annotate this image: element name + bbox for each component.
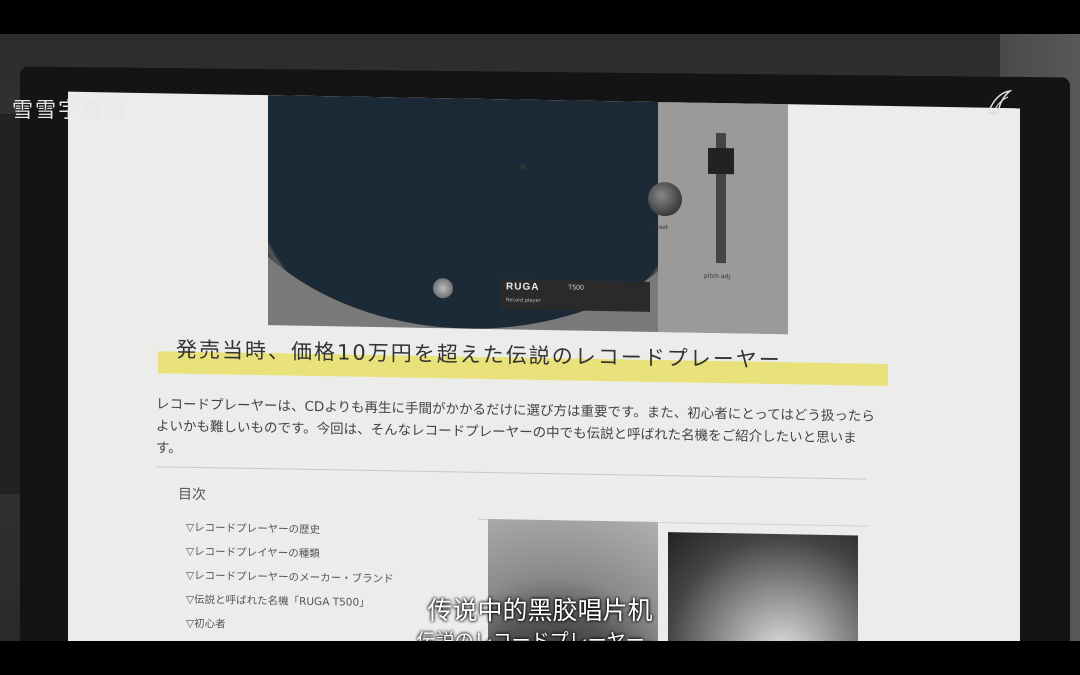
toc-title: 目次: [178, 486, 206, 504]
monitor: reset pitch adj. RUGA T500 Record player…: [20, 66, 1070, 641]
monitor-screen: reset pitch adj. RUGA T500 Record player…: [68, 91, 1020, 641]
letterbox-bottom: [0, 641, 1080, 675]
subtitle-japanese: 伝説のレコードプレーヤー。: [416, 630, 664, 641]
article-title-block: 発売当時、価格10万円を超えた伝説のレコードプレーヤー: [158, 333, 888, 392]
reset-label: reset: [653, 223, 669, 232]
subtitle-group-watermark: 雪雪字幕组: [12, 98, 127, 122]
subtitle-chinese: 传说中的黑胶唱片机: [427, 596, 653, 625]
reset-knob: [648, 181, 682, 217]
brand-model: T500: [568, 284, 584, 292]
article-intro: レコードプレーヤーは、CDよりも再生に手間がかかるだけに選び方は重要です。また、…: [156, 396, 875, 457]
subtitles: 传说中的黑胶唱片机 伝説のレコードプレーヤー。: [0, 594, 1080, 641]
start-knob: [433, 278, 453, 299]
letterbox-top: [0, 0, 1080, 34]
pitch-slider-knob: [708, 147, 734, 175]
pitch-label: pitch adj.: [704, 272, 732, 281]
brand-subtitle: Record player: [506, 297, 541, 304]
hero-image: reset pitch adj. RUGA T500 Record player: [268, 95, 788, 335]
webcam-icon: [520, 163, 526, 170]
scene: reset pitch adj. RUGA T500 Record player…: [0, 34, 1080, 641]
broadcaster-logo-icon: [986, 89, 1013, 116]
brand-name: RUGA: [506, 281, 540, 293]
